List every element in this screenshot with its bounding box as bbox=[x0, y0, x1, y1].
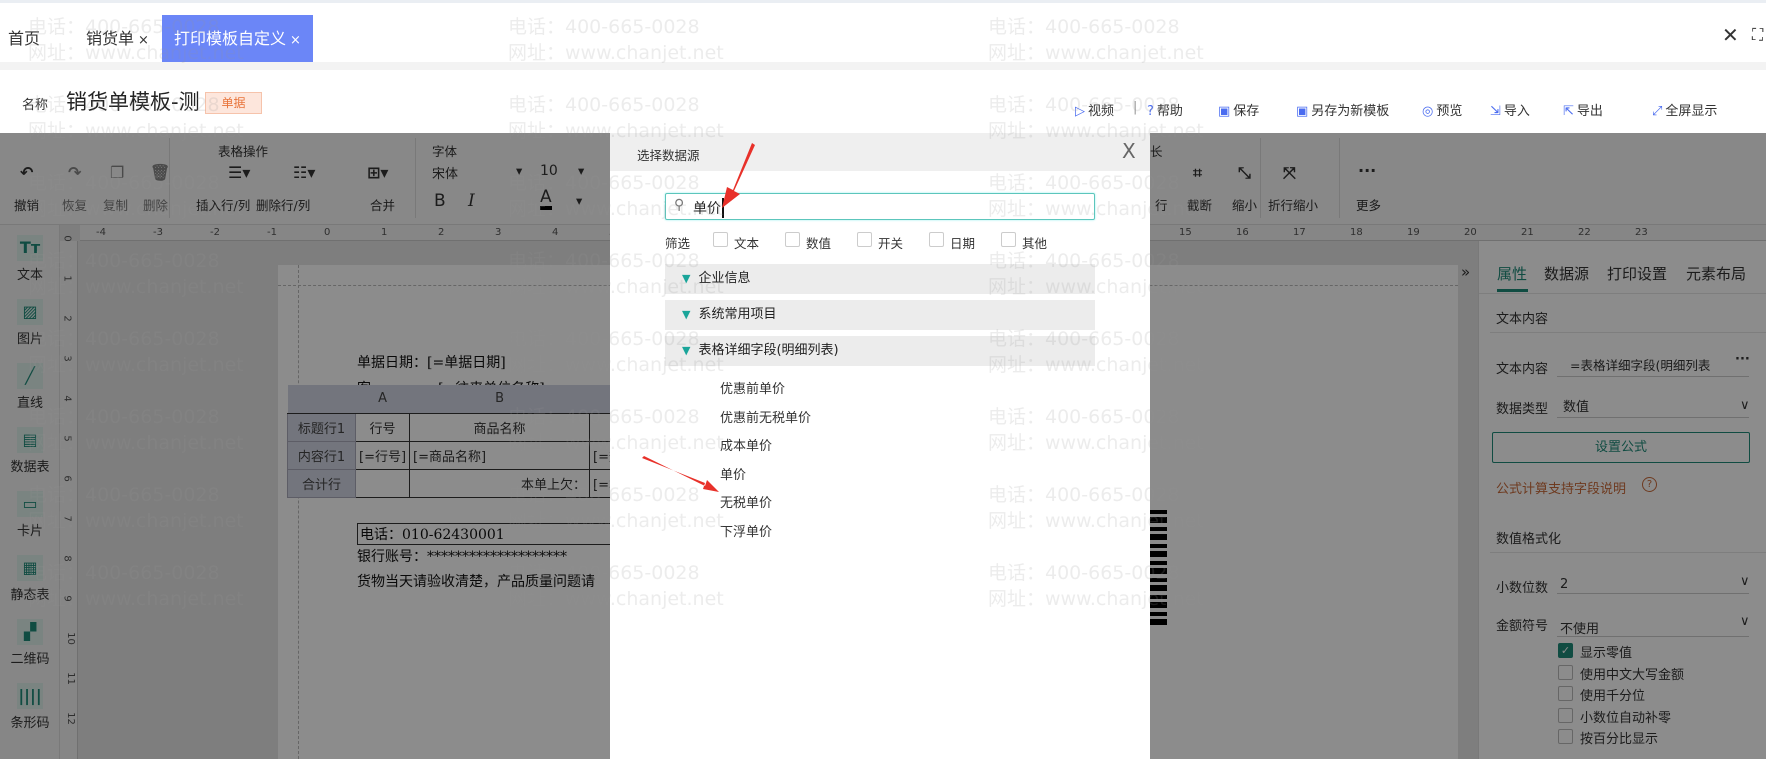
arrow-to-unit-price bbox=[642, 456, 719, 492]
annotation-arrows bbox=[642, 143, 755, 492]
arrow-to-search bbox=[722, 143, 755, 208]
